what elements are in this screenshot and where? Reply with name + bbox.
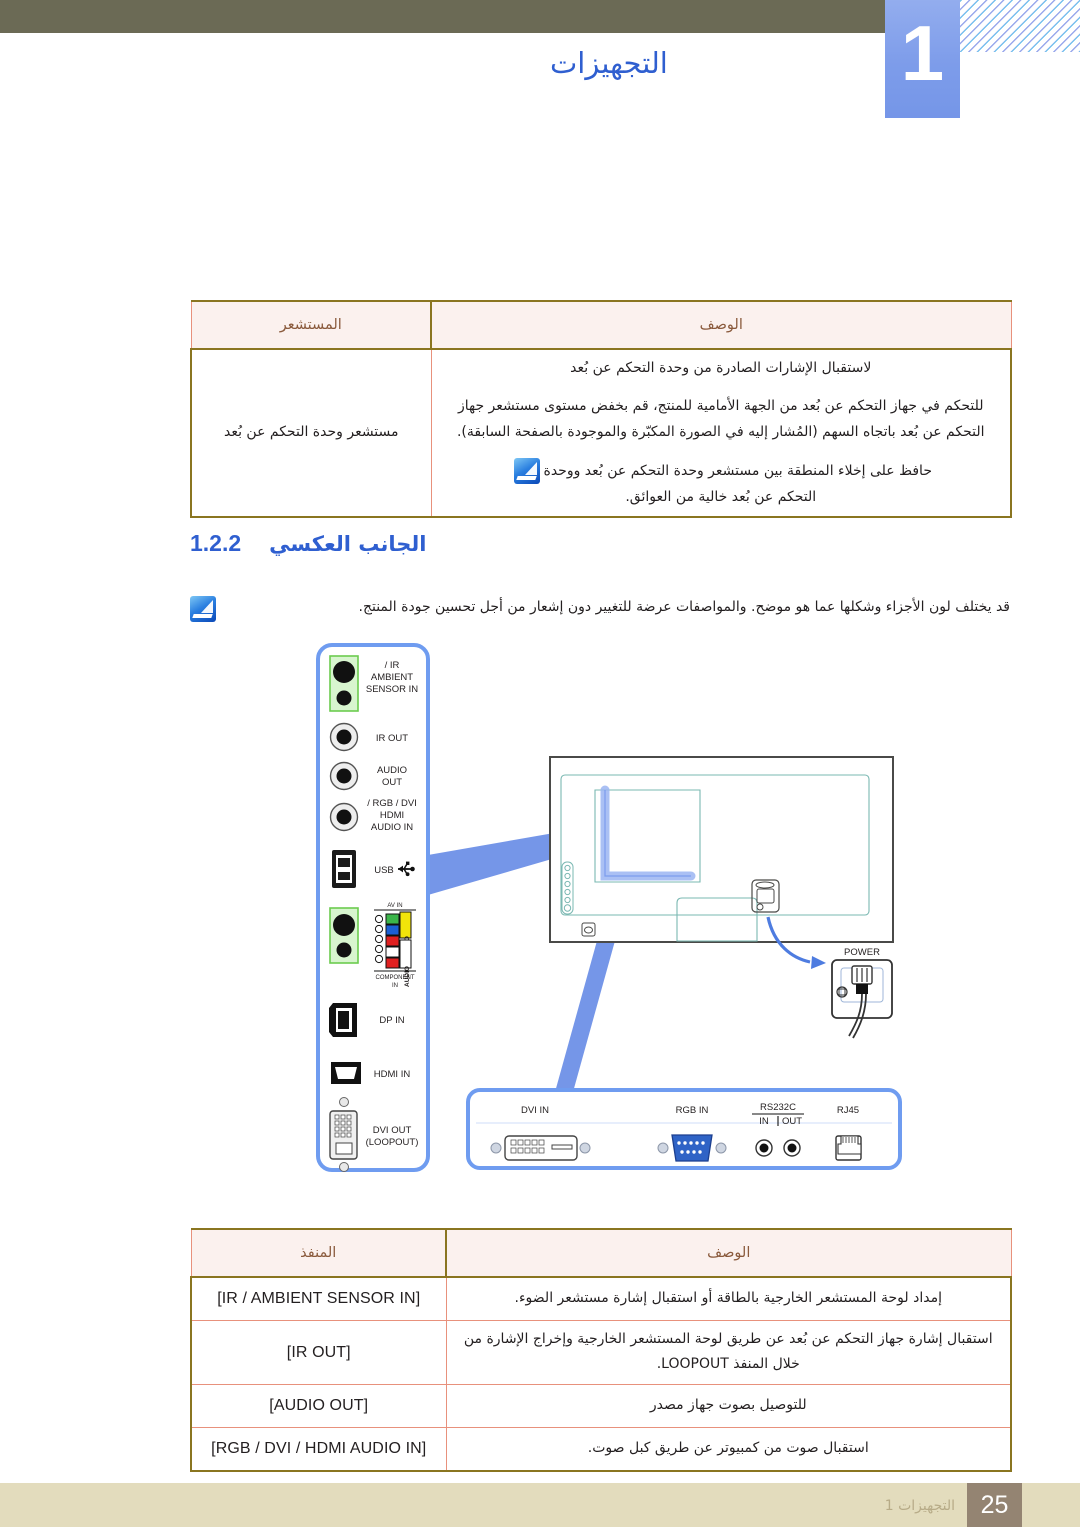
port-code: [IR / AMBIENT SENSOR IN]	[217, 1290, 421, 1307]
sensor-desc-line-2: للتحكم في جهاز التحكم عن بُعد من الجهة ا…	[456, 397, 985, 440]
header-band	[0, 0, 885, 33]
sensor-table-header-sensor: المستشعر	[190, 300, 432, 350]
tv-rear-view	[549, 756, 894, 969]
port-code: [RGB / DVI / HDMI AUDIO IN]	[211, 1439, 427, 1457]
footer-chapter-label: التجهيزات 1	[884, 1498, 955, 1514]
port-table-body: إمداد لوحة المستشعر الخارجية بالطاقة أو …	[190, 1276, 1012, 1472]
sensor-description-cell: لاستقبال الإشارات الصادرة من وحدة التحكم…	[430, 348, 1012, 519]
label-dvi-in: DVI IN	[521, 1105, 549, 1116]
chapter-number: 1	[900, 9, 945, 97]
av-jack-column	[385, 913, 400, 969]
section-note-text: قد يختلف لون الأجزاء وشكلها عما هو موضح.…	[358, 599, 1011, 615]
label-rs232c-out: OUT	[782, 1116, 802, 1127]
bottom-connector-panel: DVI IN RGB IN RS232C IN OUT RJ45	[466, 1088, 902, 1170]
port-name-cell: [IR OUT]	[190, 1319, 447, 1386]
port-name-cell: [AUDIO OUT]	[190, 1384, 447, 1428]
table-row: إمداد لوحة المستشعر الخارجية بالطاقة أو …	[190, 1276, 1012, 1321]
label-dvi-out-2: (LOOPOUT)	[366, 1137, 419, 1148]
remote-sensor-table: الوصف المستشعر لاستقبال الإشارات الصادرة…	[190, 300, 1012, 519]
rear-panel-illustration: .lbl { font-family: "Liberation Sans", s…	[316, 643, 902, 1172]
label-rgb-dvi-hdmi-1: RGB / DVI /	[367, 798, 417, 809]
chapter-title: التجهيزات	[550, 46, 668, 80]
label-ir-ambient-1: IR /	[385, 660, 400, 671]
label-rgb-in: RGB IN	[676, 1105, 709, 1116]
port-description-cell: للتوصيل بصوت جهاز مصدر	[445, 1384, 1012, 1428]
port-table-header-description: الوصف	[445, 1228, 1012, 1278]
table-header-row: الوصف المستشعر	[190, 300, 1012, 350]
section-note: قد يختلف لون الأجزاء وشكلها عما هو موضح.…	[190, 596, 1010, 622]
port-name-cell: [RGB / DVI / HDMI AUDIO IN]	[190, 1426, 447, 1472]
table-row: استقبال صوت من كمبيوتر عن طريق كبل صوت. […	[190, 1426, 1012, 1472]
table-row: استقبال إشارة جهاز التحكم عن بُعد عن طري…	[190, 1319, 1012, 1386]
label-ir-out: IR OUT	[376, 733, 408, 744]
label-av-in: AV IN	[387, 903, 402, 909]
table-header-row: الوصف المنفذ	[190, 1228, 1012, 1278]
port-description-table: الوصف المنفذ إمداد لوحة المستشعر الخارجي…	[190, 1228, 1012, 1472]
sensor-desc-note-part-b: التحكم عن بُعد خالية من العوائق.	[625, 488, 817, 505]
label-component-in-2: IN	[392, 983, 398, 989]
label-rs232c: RS232C	[760, 1102, 796, 1113]
port-code: [IR OUT]	[286, 1343, 351, 1361]
sensor-desc-note-part-a: حافظ على إخلاء المنطقة بين مستشعر وحدة ا…	[543, 462, 932, 479]
label-audio-out-1: AUDIO	[377, 765, 407, 776]
label-hdmi-in: HDMI IN	[374, 1069, 411, 1080]
label-ir-ambient-2: AMBIENT	[371, 672, 413, 683]
port-description-cell: استقبال إشارة جهاز التحكم عن بُعد عن طري…	[445, 1319, 1012, 1386]
header-hatch-decoration	[960, 0, 1080, 52]
table-row: للتوصيل بصوت جهاز مصدر [AUDIO OUT]	[190, 1384, 1012, 1428]
sensor-table-header-description: الوصف	[430, 300, 1012, 350]
label-dp-in: DP IN	[379, 1015, 404, 1026]
sensor-desc-note: حافظ على إخلاء المنطقة بين مستشعر وحدة ا…	[444, 457, 999, 511]
port-description-cell: إمداد لوحة المستشعر الخارجية بالطاقة أو …	[445, 1276, 1012, 1321]
side-port-panel: IR / AMBIENT SENSOR IN IR OUT AUDIO OUT …	[316, 643, 430, 1172]
rear-side-diagram: .lbl { font-family: "Liberation Sans", s…	[300, 640, 920, 1200]
port-description-cell: استقبال صوت من كمبيوتر عن طريق كبل صوت.	[445, 1426, 1012, 1472]
power-connector-detail: POWER	[831, 947, 893, 1039]
port-code: [AUDIO OUT]	[269, 1397, 369, 1415]
sensor-name-cell: مستشعر وحدة التحكم عن بُعد	[190, 348, 432, 519]
label-dvi-out-1: DVI OUT	[373, 1125, 412, 1136]
label-audio-out-2: OUT	[382, 777, 402, 788]
note-icon	[513, 457, 540, 484]
label-rs232c-in: IN	[759, 1116, 769, 1127]
label-usb: USB	[374, 865, 394, 876]
label-component-in-1: COMPONENT	[376, 975, 415, 981]
label-rj45: RJ45	[837, 1105, 859, 1116]
label-rgb-dvi-hdmi-3: AUDIO IN	[371, 822, 413, 833]
footer-page-number: 25	[967, 1483, 1022, 1527]
label-ir-ambient-3: SENSOR IN	[366, 684, 418, 695]
section-number: 1.2.2	[190, 530, 242, 556]
label-power: POWER	[844, 947, 880, 958]
port-table-header-port: المنفذ	[190, 1228, 447, 1278]
table-row: لاستقبال الإشارات الصادرة من وحدة التحكم…	[190, 348, 1012, 519]
section-title: الجانب العكسي	[269, 532, 427, 556]
note-icon	[190, 596, 216, 622]
section-heading: 1.2.2 الجانب العكسي	[190, 530, 1010, 557]
port-name-cell: [IR / AMBIENT SENSOR IN]	[190, 1276, 447, 1321]
sensor-desc-line-1: لاستقبال الإشارات الصادرة من وحدة التحكم…	[570, 360, 872, 376]
label-rgb-dvi-hdmi-2: HDMI	[380, 810, 404, 821]
